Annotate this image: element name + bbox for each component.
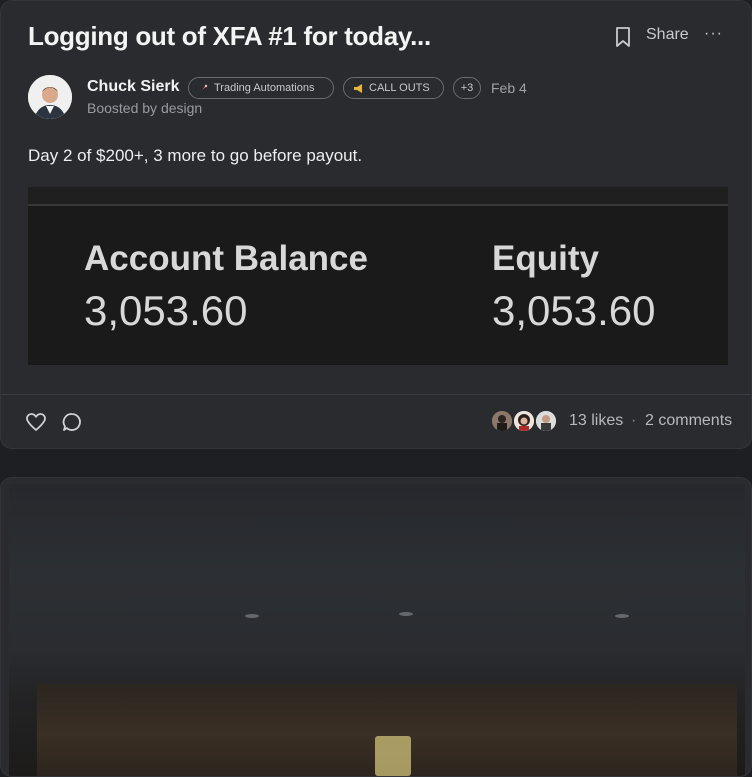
ceiling-light: [245, 614, 259, 618]
post-body: Day 2 of $200+, 3 more to go before payo…: [28, 146, 363, 165]
more-tags-badge[interactable]: +3: [453, 77, 481, 99]
bookmark-icon[interactable]: [613, 26, 633, 48]
tag-label: Trading Automations: [214, 82, 315, 94]
tag-trading-automations[interactable]: Trading Automations: [188, 77, 334, 99]
likers-avatars[interactable]: [490, 409, 562, 435]
post-date: Feb 4: [491, 80, 527, 96]
likes-count[interactable]: 13 likes: [569, 412, 623, 430]
comment-icon[interactable]: [61, 411, 83, 433]
megaphone-icon: [354, 83, 362, 93]
post-image[interactable]: Account Balance 3,053.60 Equity 3,053.60: [28, 187, 728, 365]
ceiling-light: [399, 612, 413, 616]
footer-separator: ·: [631, 412, 637, 429]
comments-count[interactable]: 2 comments: [645, 412, 732, 430]
more-options-button[interactable]: ···: [704, 25, 723, 43]
liker-avatar: [512, 409, 536, 433]
tag-label: +3: [460, 82, 474, 94]
author-name[interactable]: Chuck Sierk: [87, 78, 179, 96]
ceiling-light: [615, 614, 629, 618]
avatar[interactable]: [28, 75, 72, 119]
rocket-icon: [200, 84, 208, 92]
tag-label: CALL OUTS: [369, 82, 430, 94]
post-title[interactable]: Logging out of XFA #1 for today...: [28, 21, 431, 52]
post-photo[interactable]: [9, 484, 745, 776]
image-top-bar: [28, 187, 728, 206]
share-button[interactable]: Share: [646, 26, 689, 44]
tag-call-outs[interactable]: CALL OUTS: [343, 77, 444, 99]
equity-label: Equity: [492, 239, 599, 278]
author-photo: [28, 75, 72, 119]
divider: [1, 394, 751, 395]
photo-light-glow: [375, 736, 411, 776]
account-balance-label: Account Balance: [84, 239, 368, 278]
equity-value: 3,053.60: [492, 287, 656, 334]
liker-avatar: [490, 409, 514, 433]
account-balance-value: 3,053.60: [84, 287, 248, 334]
post-card: Logging out of XFA #1 for today... Share…: [0, 0, 752, 449]
heart-icon[interactable]: [25, 412, 47, 432]
next-post-card: [0, 477, 752, 777]
liker-avatar: [534, 409, 558, 433]
boosted-by-text: Boosted by design: [87, 100, 203, 116]
